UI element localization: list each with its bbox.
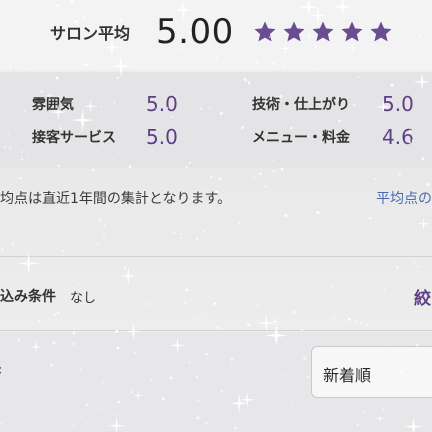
average-info-link[interactable]: 平均点の bbox=[376, 188, 432, 208]
star-rating bbox=[253, 20, 393, 44]
star-icon bbox=[311, 20, 335, 44]
sort-order-select[interactable]: 新着順 bbox=[311, 346, 432, 398]
star-icon bbox=[253, 20, 277, 44]
star-icon bbox=[340, 20, 364, 44]
divider bbox=[0, 330, 432, 331]
average-period-note: 均点は直近1年間の集計となります。 bbox=[0, 191, 232, 207]
sort-order-value: 新着順 bbox=[323, 366, 372, 385]
salon-average-label: サロン平均 bbox=[50, 24, 131, 43]
divider bbox=[0, 256, 432, 257]
salon-average-score: 5.00 bbox=[156, 12, 234, 52]
category-value-technique: 5.0 bbox=[382, 92, 414, 116]
filter-button[interactable]: 絞 bbox=[414, 284, 431, 309]
category-label-menu-price: メニュー・料金 bbox=[252, 130, 350, 146]
sort-row-edge-glyph: ‹ bbox=[0, 360, 2, 379]
category-value-service: 5.0 bbox=[146, 125, 178, 149]
filter-conditions-label: 込み条件 bbox=[0, 289, 56, 305]
category-ratings-panel: 雰囲気 5.0 接客サービス 5.0 技術・仕上がり 5.0 メニュー・料金 4… bbox=[0, 72, 432, 168]
category-label-atmosphere: 雰囲気 bbox=[32, 97, 74, 113]
category-label-service: 接客サービス bbox=[32, 130, 116, 146]
category-label-technique: 技術・仕上がり bbox=[252, 97, 350, 113]
rating-summary: サロン平均 5.00 bbox=[0, 0, 432, 70]
star-icon bbox=[369, 20, 393, 44]
star-icon bbox=[282, 20, 306, 44]
category-value-atmosphere: 5.0 bbox=[146, 92, 178, 116]
category-value-menu-price: 4.6 bbox=[382, 125, 414, 149]
filter-conditions-value: なし bbox=[70, 291, 97, 306]
